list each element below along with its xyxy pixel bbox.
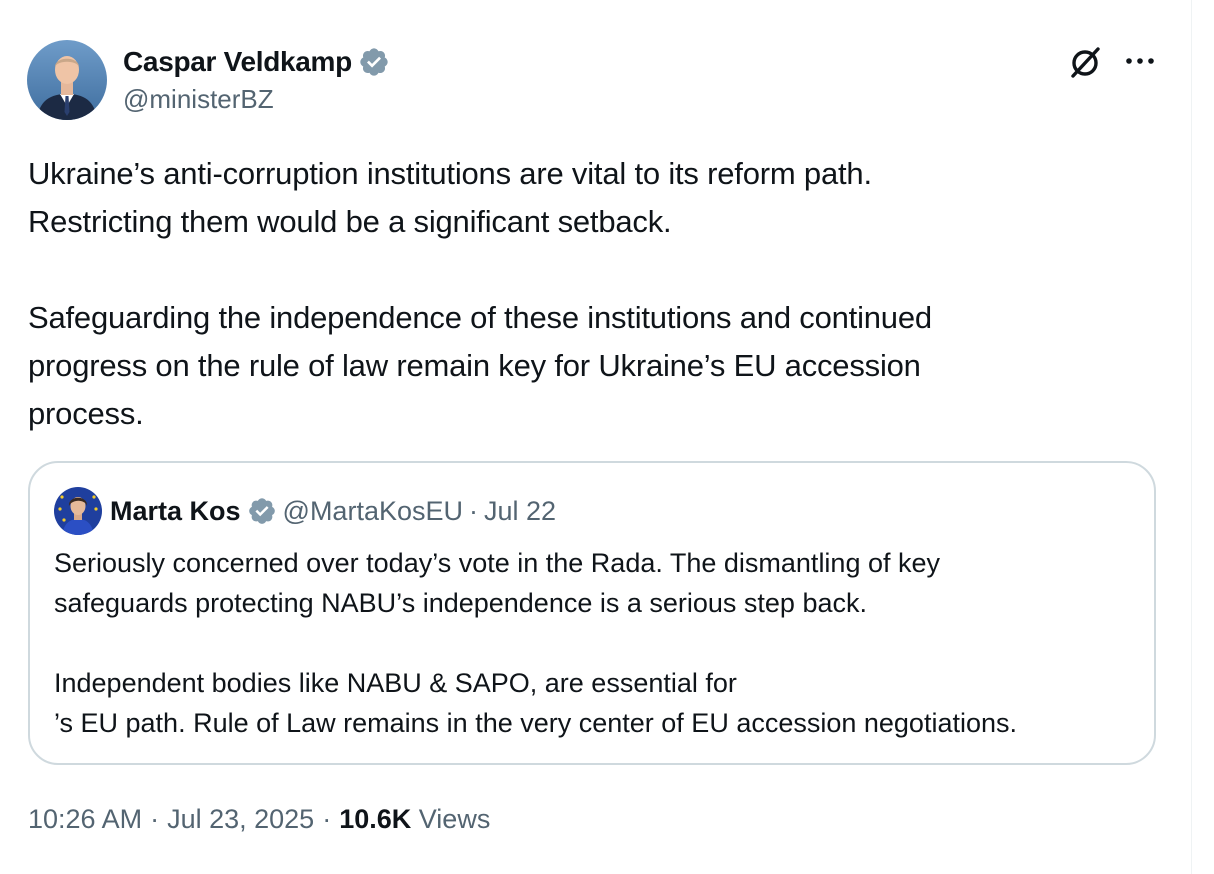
column-divider <box>1191 0 1192 874</box>
meta-separator: · <box>322 804 332 834</box>
views-count: 10.6K <box>339 804 412 834</box>
quote-author-name[interactable]: Marta Kos <box>110 496 241 527</box>
quote-paragraph-part: Independent bodies like NABU & SAPO, are… <box>54 668 745 698</box>
more-options-icon[interactable] <box>1124 55 1156 67</box>
post-paragraph: Ukraine’s anti-corruption institutions a… <box>28 156 872 239</box>
ukraine-flag-icon <box>745 670 781 696</box>
tweet-page: Caspar Veldkamp @ministerBZ Ukraine’s an… <box>0 0 1214 874</box>
post-time[interactable]: 10:26 AM <box>28 804 142 835</box>
quote-text: Seriously concerned over today’s vote in… <box>54 543 1134 743</box>
post-paragraph: Safeguarding the independence of these i… <box>28 300 932 431</box>
author-name[interactable]: Caspar Veldkamp <box>123 46 352 78</box>
author-avatar[interactable] <box>27 40 107 120</box>
quote-separator: · <box>469 495 478 526</box>
quote-avatar-image <box>54 487 102 535</box>
author-avatar-image <box>27 40 107 120</box>
quote-paragraph-part: ’s EU path. Rule of Law remains in the v… <box>54 708 1017 738</box>
quoted-tweet[interactable]: Marta Kos @MartaKosEU · Jul 22 Seriously… <box>28 461 1156 765</box>
views[interactable]: 10.6K Views <box>339 804 490 835</box>
quote-author-handle[interactable]: @MartaKosEU <box>283 496 463 527</box>
verified-badge-icon[interactable] <box>358 46 390 78</box>
author-handle[interactable]: @ministerBZ <box>123 84 274 115</box>
post-text: Ukraine’s anti-corruption institutions a… <box>28 150 1148 438</box>
post-meta: 10:26 AM · Jul 23, 2025 · 10.6K Views <box>28 804 490 835</box>
quote-author-avatar[interactable] <box>54 487 102 535</box>
author-name-row: Caspar Veldkamp <box>123 44 390 80</box>
quote-paragraph: Independent bodies like NABU & SAPO, are… <box>54 663 1134 703</box>
views-label: Views <box>418 804 491 834</box>
quote-paragraph: Seriously concerned over today’s vote in… <box>54 548 941 618</box>
post-date[interactable]: Jul 23, 2025 <box>167 804 314 835</box>
quote-date[interactable]: Jul 22 <box>484 496 556 527</box>
grok-icon[interactable] <box>1066 44 1104 82</box>
meta-separator: · <box>150 804 160 834</box>
verified-badge-icon[interactable] <box>247 496 277 526</box>
quote-header: Marta Kos @MartaKosEU · Jul 22 <box>110 491 556 531</box>
